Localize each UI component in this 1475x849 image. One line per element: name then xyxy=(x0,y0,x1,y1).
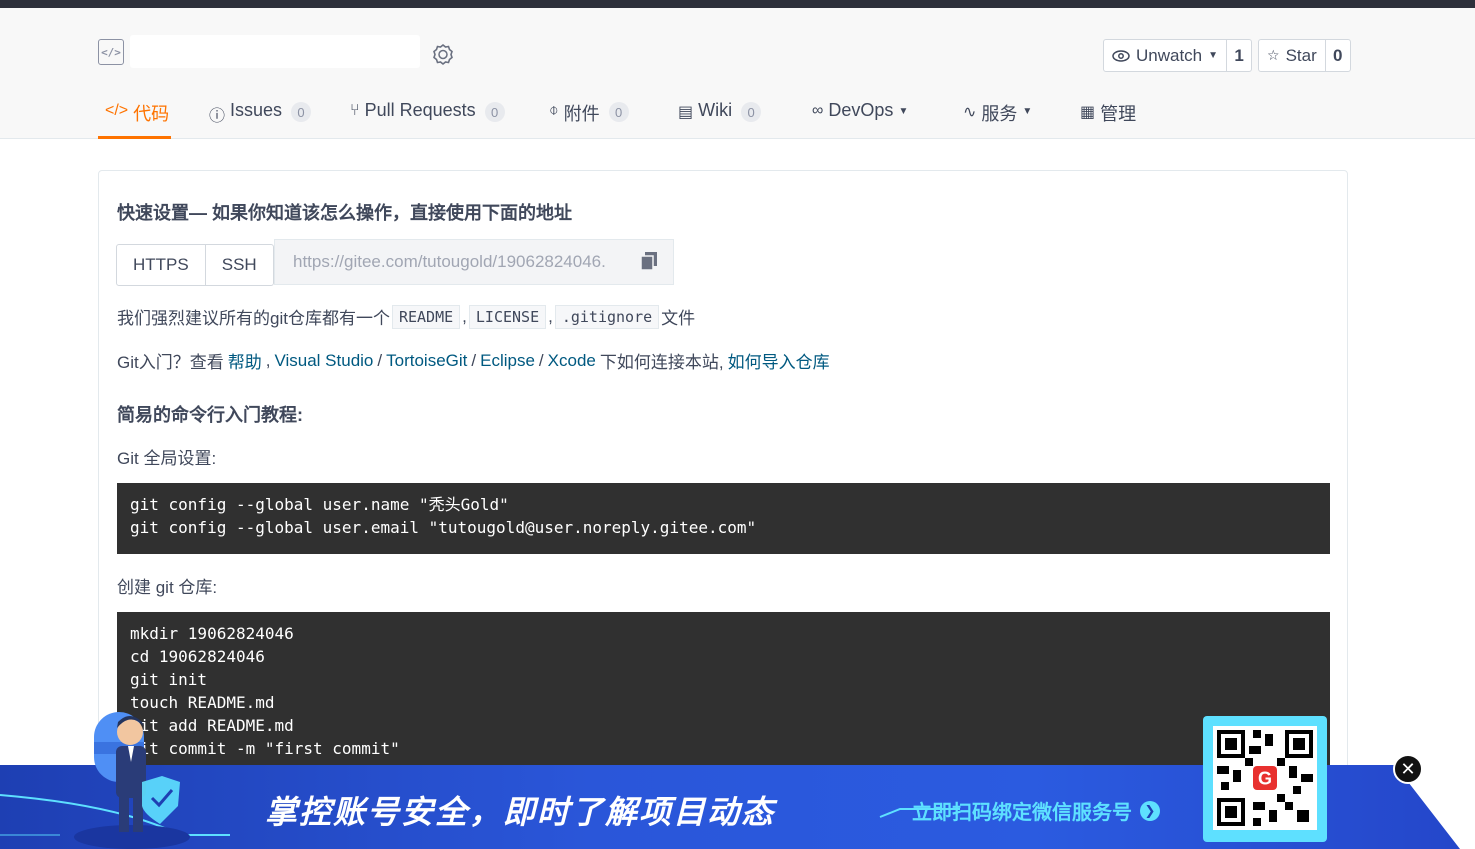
recommend-text: 我们强烈建议所有的git仓库都有一个 README , LICENSE , .g… xyxy=(117,304,695,329)
settings-doc-icon: ▦ xyxy=(1080,104,1096,121)
tab-count: 0 xyxy=(291,102,312,122)
tab-settings[interactable]: ▦ 管理 xyxy=(1080,94,1136,139)
tab-issues[interactable]: ⓘ Issues 0 xyxy=(209,94,312,139)
separator: / xyxy=(538,350,544,370)
star-count[interactable]: 0 xyxy=(1326,40,1350,71)
help-middle: 下如何连接本站, xyxy=(599,353,724,372)
import-repo-link[interactable]: 如何导入仓库 xyxy=(728,348,830,373)
help-text: Git入门？查看 帮助 , Visual Studio / TortoiseGi… xyxy=(117,348,830,373)
help-link[interactable]: 帮助 xyxy=(228,348,262,373)
separator: , xyxy=(548,306,553,326)
watch-count[interactable]: 1 xyxy=(1227,40,1251,71)
create-repo-label: 创建 git 仓库: xyxy=(117,578,218,597)
global-config-code: git config --global user.name "秃头Gold" g… xyxy=(117,483,1330,554)
eye-icon xyxy=(1112,49,1130,62)
award-badge-icon[interactable] xyxy=(431,43,455,67)
watch-button-group: Unwatch ▼ 1 xyxy=(1103,39,1253,72)
repo-name[interactable] xyxy=(130,35,420,68)
license-code: LICENSE xyxy=(468,304,547,329)
gitignore-code: .gitignore xyxy=(554,304,660,329)
tab-label: 管理 xyxy=(1100,104,1137,124)
star-button[interactable]: ☆ Star xyxy=(1259,40,1326,71)
tab-label: 服务 xyxy=(981,104,1018,124)
code-repo-icon: </> xyxy=(98,39,124,65)
ssh-button[interactable]: SSH xyxy=(206,245,273,285)
tutorial-title: 简易的命令行入门教程: xyxy=(117,405,303,425)
banner-headline: 掌控账号安全，即时了解项目动态 xyxy=(265,794,776,830)
unwatch-button[interactable]: Unwatch ▼ xyxy=(1104,40,1228,71)
recommend-suffix: 文件 xyxy=(661,309,696,328)
quick-setup-panel: 快速设置— 如果你知道该怎么操作，直接使用下面的地址 HTTPS SSH htt… xyxy=(98,170,1348,849)
wechat-qr-code[interactable]: G xyxy=(1203,716,1327,842)
issue-icon: ⓘ xyxy=(209,108,226,125)
caret-down-icon: ▼ xyxy=(1022,106,1033,117)
separator: / xyxy=(377,350,383,370)
security-mascot-illustration xyxy=(74,712,190,849)
tab-wiki[interactable]: ▤ Wiki 0 xyxy=(678,94,762,139)
global-setup-label: Git 全局设置: xyxy=(117,449,217,468)
help-prefix: Git入门？查看 xyxy=(117,353,224,372)
tab-count: 0 xyxy=(484,102,505,122)
eclipse-link[interactable]: Eclipse xyxy=(480,351,535,371)
star-icon: ☆ xyxy=(1267,47,1280,63)
tab-pull-requests[interactable]: ⑂ Pull Requests 0 xyxy=(350,94,505,139)
clone-url: https://gitee.com/tutougold/19062824046. xyxy=(293,252,606,271)
tortoisegit-link[interactable]: TortoiseGit xyxy=(386,351,467,371)
pulse-icon: ∿ xyxy=(963,104,977,121)
tab-attachments[interactable]: ⌽ 附件 0 xyxy=(549,94,629,139)
separator: , xyxy=(462,306,467,326)
caret-down-icon: ▼ xyxy=(1208,50,1219,61)
qr-code-image: G xyxy=(1213,726,1317,830)
tab-count: 0 xyxy=(741,102,762,122)
star-button-group: ☆ Star 0 xyxy=(1258,39,1351,72)
svg-text:G: G xyxy=(1258,768,1272,788)
separator: , xyxy=(265,350,271,370)
pull-request-icon: ⑂ xyxy=(350,102,360,119)
wiki-icon: ▤ xyxy=(678,104,694,121)
readme-code: README xyxy=(391,304,461,329)
tab-label: Issues xyxy=(230,100,283,120)
qr-code-icon: G xyxy=(1217,730,1313,826)
separator: / xyxy=(471,350,477,370)
arrow-right-icon: ❯ xyxy=(1140,800,1160,821)
banner-cta-label: 立即扫码绑定微信服务号 xyxy=(912,802,1132,824)
tab-devops[interactable]: ∞ DevOps ▼ xyxy=(812,94,908,139)
tab-label: 附件 xyxy=(563,104,600,124)
tab-label: DevOps xyxy=(828,100,894,120)
close-banner-button[interactable]: ✕ xyxy=(1393,754,1423,784)
tab-services[interactable]: ∿ 服务 ▼ xyxy=(963,94,1032,139)
clone-url-field[interactable]: https://gitee.com/tutougold/19062824046. xyxy=(274,239,674,285)
code-icon: </> xyxy=(105,102,129,119)
banner-cta[interactable]: 立即扫码绑定微信服务号 ❯ xyxy=(912,796,1160,825)
tab-label: 代码 xyxy=(133,104,170,124)
https-button[interactable]: HTTPS xyxy=(117,245,206,285)
visual-studio-link[interactable]: Visual Studio xyxy=(274,351,373,371)
recommend-prefix: 我们强烈建议所有的git仓库都有一个 xyxy=(117,309,390,328)
tab-code[interactable]: </> 代码 xyxy=(98,94,171,139)
tab-label: Pull Requests xyxy=(364,100,476,120)
repo-header: </> Unwatch ▼ 1 ☆ Star 0 </> 代码 ⓘ Issues… xyxy=(0,8,1475,139)
tab-count: 0 xyxy=(608,102,629,122)
copy-icon[interactable] xyxy=(641,252,657,270)
top-bar xyxy=(0,0,1475,8)
xcode-link[interactable]: Xcode xyxy=(548,351,596,371)
unwatch-label: Unwatch xyxy=(1136,45,1203,65)
star-label: Star xyxy=(1285,45,1317,65)
tab-label: Wiki xyxy=(698,100,733,120)
caret-down-icon: ▼ xyxy=(898,106,909,117)
protocol-switch: HTTPS SSH xyxy=(116,244,274,286)
devops-icon: ∞ xyxy=(812,102,824,119)
quick-setup-title: 快速设置— 如果你知道该怎么操作，直接使用下面的地址 xyxy=(117,203,572,223)
attachment-icon: ⌽ xyxy=(549,102,559,119)
